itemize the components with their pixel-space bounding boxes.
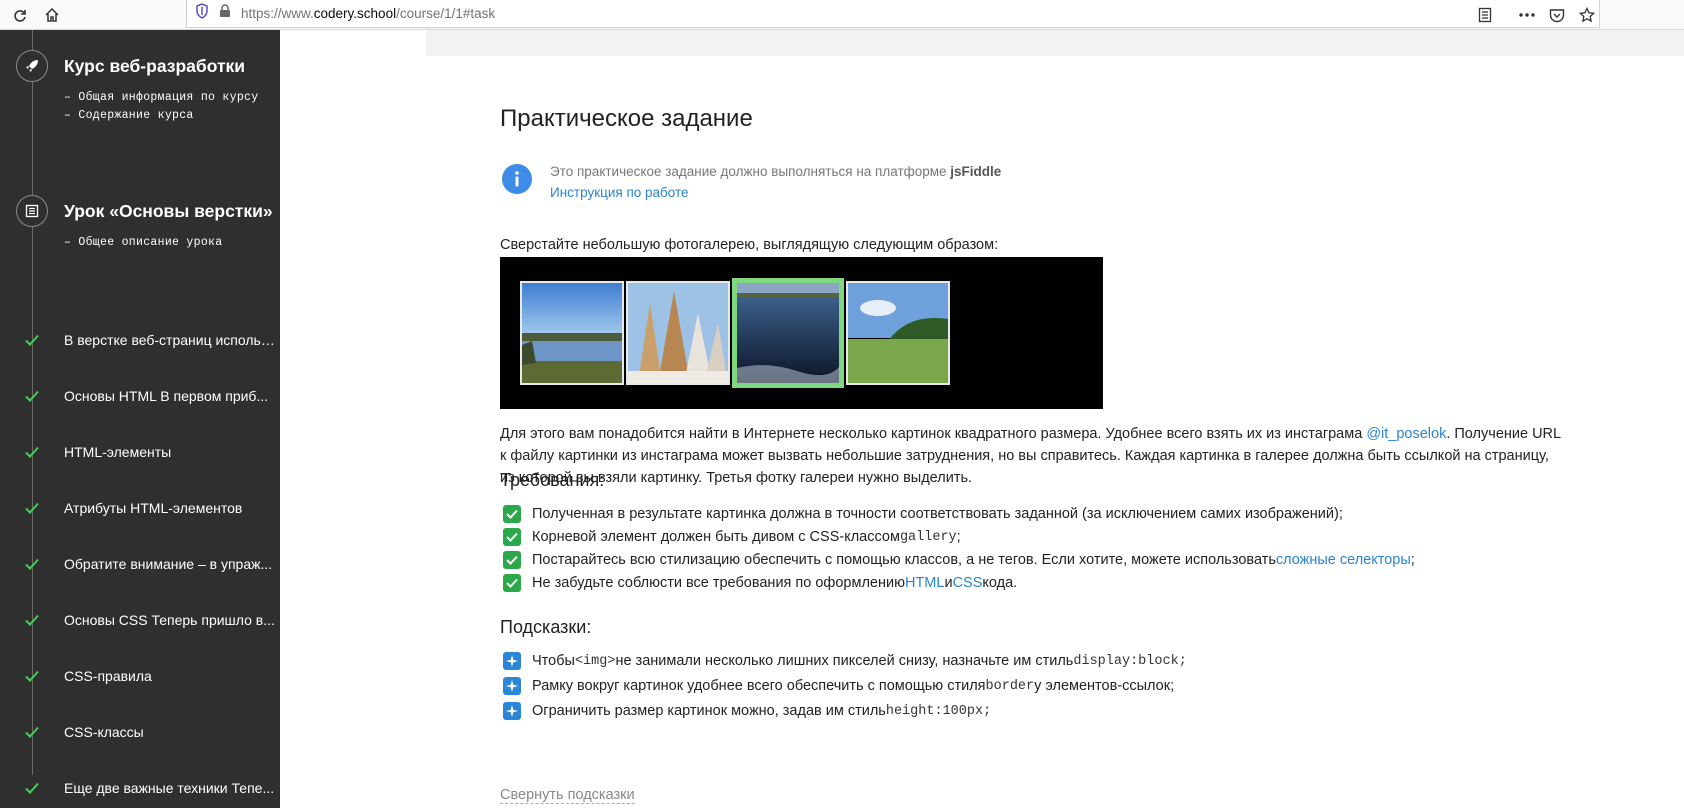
requirement-item: Полученная в результате картинка должна … <box>503 503 1343 525</box>
check-icon <box>25 558 39 570</box>
requirement-item: Постарайтесь всю стилизацию обеспечить с… <box>503 549 1415 571</box>
task-description: Для этого вам понадобится найти в Интерн… <box>500 426 1562 486</box>
sidebar-step[interactable]: Основы HTML В первом приб... <box>0 384 280 408</box>
hint-item: Чтобы <img> не занимали несколько лишних… <box>503 650 1187 672</box>
requirement-item: Корневой элемент должен быть дивом с CSS… <box>503 526 961 548</box>
url-text: https://www.codery.school/course/1/1#tas… <box>241 6 496 21</box>
url-bar[interactable]: https://www.codery.school/course/1/1#tas… <box>186 0 1600 28</box>
frozen-lake-image[interactable] <box>732 278 844 388</box>
info-icon <box>502 164 532 194</box>
check-icon <box>503 528 521 546</box>
course-link-info[interactable]: – Общая информация по курсу <box>64 91 258 104</box>
course-title[interactable]: Курс веб-разработки <box>64 56 245 77</box>
complex-selectors-link[interactable]: сложные селекторы <box>1276 552 1411 568</box>
pocket-icon[interactable] <box>1546 4 1568 26</box>
content-top-strip <box>426 30 1684 56</box>
hint-item: Рамку вокруг картинок удобнее всего обес… <box>503 675 1174 697</box>
winter-trees-image[interactable] <box>626 281 730 385</box>
requirements-heading: Требования: <box>500 470 605 490</box>
sidebar-step-label: В верстке веб-страниц использ... <box>64 332 278 348</box>
sidebar-step[interactable]: CSS-правила <box>0 664 280 688</box>
sidebar-step-label: CSS-правила <box>64 668 152 684</box>
collapse-hints-link[interactable]: Свернуть подсказки <box>500 787 635 804</box>
page-title: Практическое задание <box>500 105 753 132</box>
reader-view-icon[interactable] <box>1474 4 1496 26</box>
check-icon <box>25 670 39 682</box>
bookmark-star-icon[interactable] <box>1576 4 1598 26</box>
sidebar-step[interactable]: Еще две важные техники Тепе... <box>0 776 280 800</box>
check-icon <box>25 614 39 626</box>
sidebar-step-label: Обратите внимание – в упраж... <box>64 556 273 572</box>
platform-name: jsFiddle <box>950 164 1002 179</box>
sidebar-step-label: Основы HTML В первом приб... <box>64 388 269 404</box>
sparkle-icon <box>503 702 521 720</box>
sidebar-step-label: Атрибуты HTML-элементов <box>64 500 243 516</box>
sparkle-icon <box>503 652 521 670</box>
sidebar-step-label: Основы CSS Теперь пришло в... <box>64 612 275 628</box>
hint-item: Ограничить размер картинок можно, задав … <box>503 700 991 722</box>
sidebar-step[interactable]: CSS-классы <box>0 720 280 744</box>
html-guide-link[interactable]: HTML <box>905 575 944 591</box>
requirement-item: Не забудьте соблюсти все требования по о… <box>503 572 1017 594</box>
check-icon <box>25 446 39 458</box>
check-icon <box>25 726 39 738</box>
sidebar-step-label: Еще две важные техники Тепе... <box>64 780 275 796</box>
info-text: Это практическое задание должно выполнят… <box>550 164 1002 179</box>
lesson-title[interactable]: Урок «Основы верстки» <box>64 201 273 222</box>
check-icon <box>503 505 521 523</box>
sidebar-step-label: CSS-классы <box>64 724 144 740</box>
check-icon <box>25 390 39 402</box>
more-actions-icon[interactable] <box>1516 4 1538 26</box>
lake-image[interactable] <box>520 281 624 385</box>
sidebar-step-label: HTML-элементы <box>64 444 172 460</box>
sparkle-icon <box>503 677 521 695</box>
sidebar-step[interactable]: Атрибуты HTML-элементов <box>0 496 280 520</box>
sidebar-step[interactable]: HTML-элементы <box>0 440 280 464</box>
course-link-contents[interactable]: – Содержание курса <box>64 109 194 122</box>
check-icon <box>503 551 521 569</box>
home-icon[interactable] <box>41 4 63 26</box>
course-sidebar: Курс веб-разработки – Общая информация п… <box>0 30 280 808</box>
meadow-image[interactable] <box>846 281 950 385</box>
sidebar-step[interactable]: Обратите внимание – в упраж... <box>0 552 280 576</box>
browser-toolbar: https://www.codery.school/course/1/1#tas… <box>0 0 1684 30</box>
document-icon[interactable] <box>16 195 48 227</box>
tracking-shield-icon[interactable] <box>195 3 209 24</box>
hints-heading: Подсказки: <box>500 617 592 637</box>
css-guide-link[interactable]: CSS <box>953 575 983 591</box>
sidebar-step[interactable]: Основы CSS Теперь пришло в... <box>0 608 280 632</box>
check-icon <box>25 502 39 514</box>
task-intro: Сверстайте небольшую фотогалерею, выгляд… <box>500 237 999 253</box>
gallery-example <box>500 257 1103 409</box>
instagram-link[interactable]: @it_poselok <box>1366 426 1446 442</box>
sidebar-step[interactable]: В верстке веб-страниц использ... <box>0 328 280 352</box>
check-icon <box>25 334 39 346</box>
reload-icon[interactable] <box>9 4 31 26</box>
check-icon <box>25 782 39 794</box>
instruction-link[interactable]: Инструкция по работе <box>550 185 689 200</box>
check-icon <box>503 574 521 592</box>
rocket-icon[interactable] <box>16 50 48 82</box>
lesson-link-overview[interactable]: – Общее описание урока <box>64 236 222 249</box>
lock-icon[interactable] <box>219 4 231 23</box>
